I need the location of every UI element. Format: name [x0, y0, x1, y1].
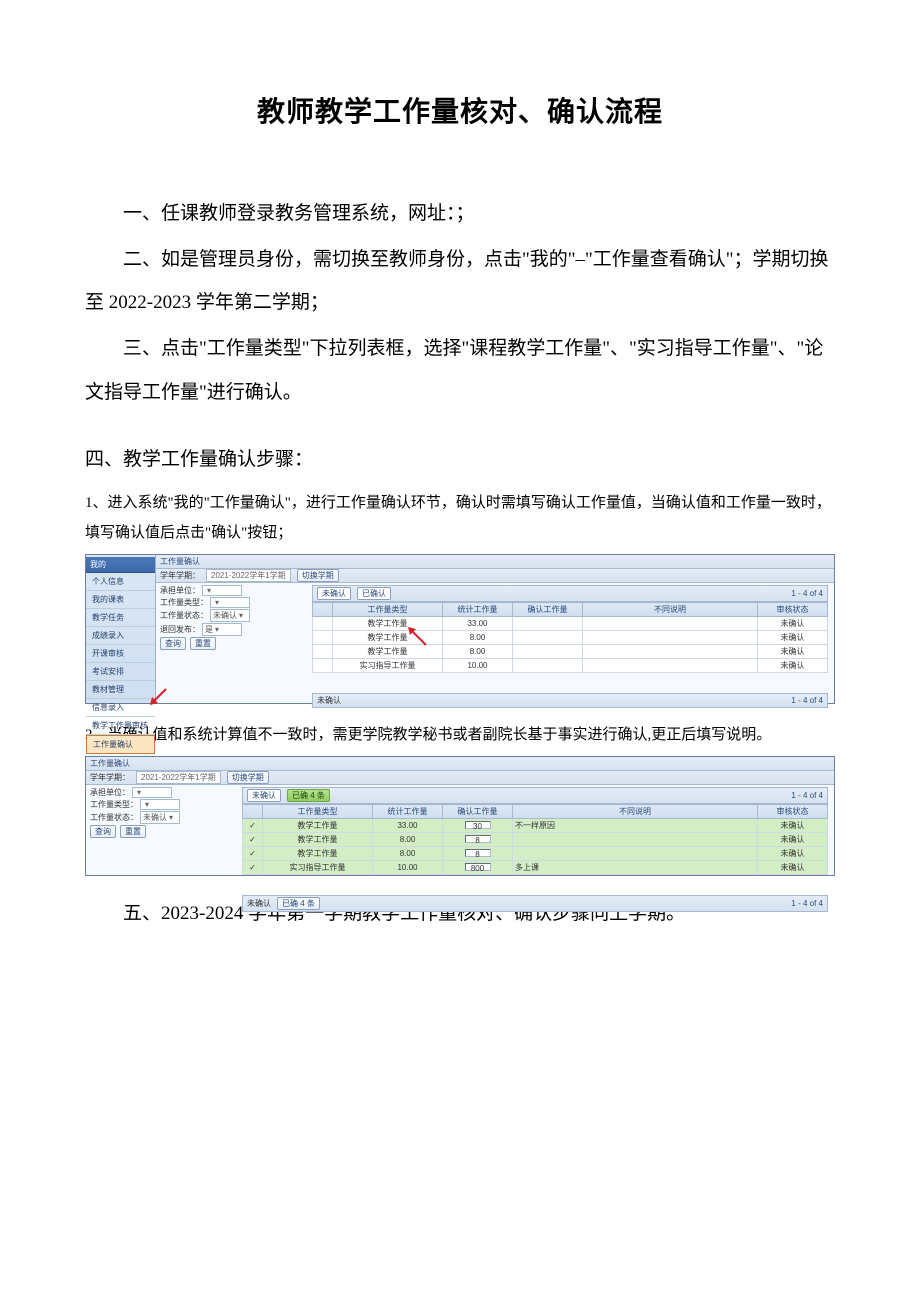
section-4-heading: 四、教学工作量确认步骤： [85, 438, 835, 482]
table-header-bar: 未确认 已确 4 条 1 - 4 of 4 [242, 787, 828, 804]
type-select[interactable] [140, 799, 180, 810]
dept-label: 承担单位： [90, 787, 130, 798]
panel-title: 工作量确认 [160, 556, 200, 567]
confirm-input[interactable]: 8 [465, 849, 491, 857]
nav-item-workload-confirm[interactable]: 工作量确认 [86, 735, 155, 754]
nav-item[interactable]: 考试安排 [86, 663, 155, 681]
table-row[interactable]: 实习指导工作量10.00未确认 [313, 659, 828, 673]
state-select[interactable]: 未确认 [140, 811, 180, 824]
confirm-input[interactable]: 800 [465, 863, 491, 871]
step-2: 2、当确认值和系统计算值不一致时，需更学院教学秘书或者副院长基于事实进行确认,更… [85, 720, 835, 750]
pager-bottom: 1 - 4 of 4 [791, 696, 823, 705]
screenshot-1: 我的 个人信息 我的课表 教学任务 成绩录入 开课审核 考试安排 教材管理 信息… [85, 554, 835, 704]
panel-header: 工作量确认 [156, 555, 834, 569]
return-label: 退回发布： [160, 624, 200, 635]
nav-header: 我的 [86, 557, 155, 573]
nav-item[interactable]: 开课审核 [86, 645, 155, 663]
type-select[interactable] [210, 597, 250, 608]
tab-unconfirmed[interactable]: 未确认 [247, 789, 281, 802]
col-check [313, 603, 333, 617]
tab-confirmed[interactable]: 已确认 [357, 587, 391, 600]
confirm-input[interactable]: 8 [465, 835, 491, 843]
term-value: 2021-2022学年1学期 [206, 569, 291, 582]
table-row[interactable]: 教学工作量8.00未确认 [313, 631, 828, 645]
table-header-bar: 未确认 已确认 1 - 4 of 4 [312, 585, 828, 602]
pager-top: 1 - 4 of 4 [791, 589, 823, 598]
left-nav: 我的 个人信息 我的课表 教学任务 成绩录入 开课审核 考试安排 教材管理 信息… [86, 555, 156, 703]
footer-tab-unconfirmed[interactable]: 未确认 [247, 898, 271, 909]
table-row[interactable]: ✓实习指导工作量10.00800多上课未确认 [243, 861, 828, 875]
para-3: 三、点击"工作量类型"下拉列表框，选择"课程教学工作量"、"实习指导工作量"、"… [85, 327, 835, 414]
col-check [243, 805, 263, 819]
nav-item[interactable]: 教学工作量审核 [86, 717, 155, 735]
nav-item[interactable]: 个人信息 [86, 573, 155, 591]
state-label: 工作量状态： [90, 812, 138, 823]
col-stat: 统计工作量 [373, 805, 443, 819]
dept-select[interactable] [202, 585, 242, 596]
table-row[interactable]: ✓教学工作量8.008未确认 [243, 833, 828, 847]
panel-header: 工作量确认 [86, 757, 834, 771]
doc-title: 教师教学工作量核对、确认流程 [85, 90, 835, 130]
filters: 承担单位： 工作量类型： 工作量状态：未确认 查询 重置 未确认 已确 4 条 … [86, 785, 834, 914]
confirm-input[interactable]: 30 [465, 821, 491, 829]
col-note: 不同说明 [513, 805, 758, 819]
tab-unconfirmed[interactable]: 未确认 [317, 587, 351, 600]
col-state: 审核状态 [758, 603, 828, 617]
col-state: 审核状态 [758, 805, 828, 819]
filters: 承担单位： 工作量类型： 工作量状态：未确认 退回发布：是 查询 重置 未确认 … [156, 583, 834, 710]
dept-label: 承担单位： [160, 585, 200, 596]
query-button[interactable]: 查询 [160, 637, 186, 650]
type-label: 工作量类型： [160, 597, 208, 608]
col-stat: 统计工作量 [443, 603, 513, 617]
footer-tab-unconfirmed[interactable]: 未确认 [317, 695, 341, 706]
confirmed-count-button[interactable]: 已确 4 条 [287, 789, 330, 802]
nav-item[interactable]: 成绩录入 [86, 627, 155, 645]
table-row[interactable]: ✓教学工作量33.0030不一样原因未确认 [243, 819, 828, 833]
col-note: 不同说明 [583, 603, 758, 617]
pager-top: 1 - 4 of 4 [791, 791, 823, 800]
reset-button[interactable]: 重置 [120, 825, 146, 838]
confirmed-count-button[interactable]: 已确 4 条 [277, 897, 320, 910]
table-footer-bar: 未确认 1 - 4 of 4 [312, 693, 828, 708]
col-confirm: 确认工作量 [443, 805, 513, 819]
type-label: 工作量类型： [90, 799, 138, 810]
term-value: 2021-2022学年1学期 [136, 771, 221, 784]
switch-term-button[interactable]: 切换学期 [297, 569, 339, 582]
switch-term-button[interactable]: 切换学期 [227, 771, 269, 784]
term-bar: 学年学期： 2021-2022学年1学期 切换学期 [156, 569, 834, 583]
reset-button[interactable]: 重置 [190, 637, 216, 650]
term-label: 学年学期： [160, 570, 200, 581]
screenshot-2: 工作量确认 学年学期： 2021-2022学年1学期 切换学期 承担单位： 工作… [85, 756, 835, 876]
term-bar: 学年学期： 2021-2022学年1学期 切换学期 [86, 771, 834, 785]
table-row[interactable]: 教学工作量33.00未确认 [313, 617, 828, 631]
right-panel: 工作量确认 学年学期： 2021-2022学年1学期 切换学期 承担单位： 工作… [156, 555, 834, 703]
table-row[interactable]: ✓教学工作量8.008未确认 [243, 847, 828, 861]
nav-item[interactable]: 信息录入 [86, 699, 155, 717]
pager-bottom: 1 - 4 of 4 [791, 899, 823, 908]
state-select[interactable]: 未确认 [210, 609, 250, 622]
table-footer-bar: 未确认 已确 4 条 1 - 4 of 4 [242, 895, 828, 912]
nav-item[interactable]: 教材管理 [86, 681, 155, 699]
para-2: 二、如是管理员身份，需切换至教师身份，点击"我的"–"工作量查看确认"；学期切换… [85, 238, 835, 325]
table-row[interactable]: 教学工作量8.00未确认 [313, 645, 828, 659]
step-1: 1、进入系统"我的"工作量确认"，进行工作量确认环节，确认时需填写确认工作量值，… [85, 488, 835, 548]
workload-table: 工作量类型 统计工作量 确认工作量 不同说明 审核状态 ✓教学工作量33.003… [242, 804, 828, 875]
panel-title: 工作量确认 [90, 758, 130, 769]
workload-table: 工作量类型 统计工作量 确认工作量 不同说明 审核状态 教学工作量33.00未确… [312, 602, 828, 673]
return-select[interactable]: 是 [202, 623, 242, 636]
query-button[interactable]: 查询 [90, 825, 116, 838]
dept-select[interactable] [132, 787, 172, 798]
nav-item[interactable]: 教学任务 [86, 609, 155, 627]
col-confirm: 确认工作量 [513, 603, 583, 617]
term-label: 学年学期： [90, 772, 130, 783]
col-type: 工作量类型 [333, 603, 443, 617]
nav-item[interactable]: 我的课表 [86, 591, 155, 609]
para-1: 一、任课教师登录教务管理系统，网址：； [85, 192, 835, 236]
right-panel: 工作量确认 学年学期： 2021-2022学年1学期 切换学期 承担单位： 工作… [86, 757, 834, 875]
state-label: 工作量状态： [160, 610, 208, 621]
col-type: 工作量类型 [263, 805, 373, 819]
